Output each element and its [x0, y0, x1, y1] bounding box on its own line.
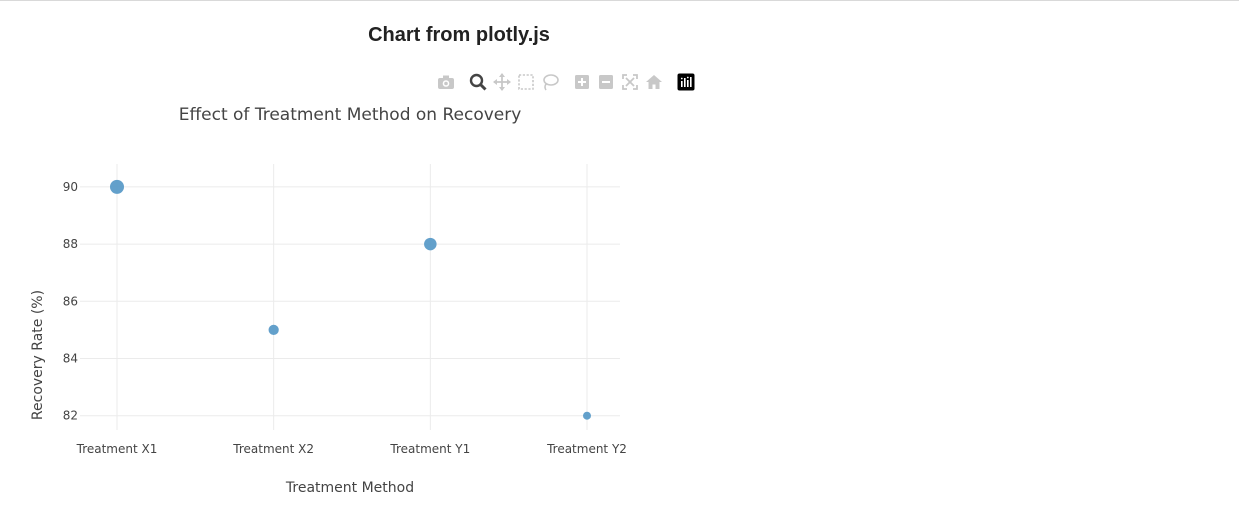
reset-axes-icon[interactable]	[644, 72, 664, 92]
data-point[interactable]	[424, 237, 437, 251]
chart-title: Effect of Treatment Method on Recovery	[179, 105, 522, 125]
y-axis-ticks: 82 84 86 88 90	[63, 180, 78, 423]
x-tick-label: Treatment X2	[232, 442, 314, 456]
x-tick-label: Treatment Y2	[546, 442, 627, 456]
data-points	[110, 179, 591, 420]
x-axis-ticks: Treatment X1 Treatment X2 Treatment Y1 Trea…	[76, 442, 627, 456]
page-title: Chart from plotly.js	[368, 24, 550, 46]
data-point[interactable]	[110, 179, 124, 194]
y-tick-label: 86	[63, 294, 78, 308]
lasso-select-icon[interactable]	[540, 72, 560, 92]
box-select-icon[interactable]	[516, 72, 536, 92]
plotly-logo-icon[interactable]	[676, 72, 696, 92]
data-point[interactable]	[583, 411, 591, 420]
x-axis-title: Treatment Method	[285, 480, 414, 496]
y-tick-label: 90	[63, 180, 78, 194]
zoom-in-icon[interactable]	[572, 72, 592, 92]
scatter-chart: Effect of Treatment Method on Recovery 8…	[30, 105, 627, 496]
pan-icon[interactable]	[492, 72, 512, 92]
x-tick-label: Treatment Y1	[389, 442, 470, 456]
autoscale-icon[interactable]	[620, 72, 640, 92]
data-point[interactable]	[268, 324, 279, 336]
y-axis-title: Recovery Rate (%)	[30, 290, 46, 420]
y-tick-label: 82	[63, 409, 78, 423]
camera-icon[interactable]	[436, 72, 456, 92]
gridlines	[80, 164, 620, 430]
x-tick-label: Treatment X1	[76, 442, 158, 456]
y-tick-label: 88	[63, 237, 78, 251]
y-tick-label: 84	[63, 351, 78, 365]
zoom-out-icon[interactable]	[596, 72, 616, 92]
zoom-icon[interactable]	[468, 72, 488, 92]
top-divider	[0, 0, 1239, 1]
